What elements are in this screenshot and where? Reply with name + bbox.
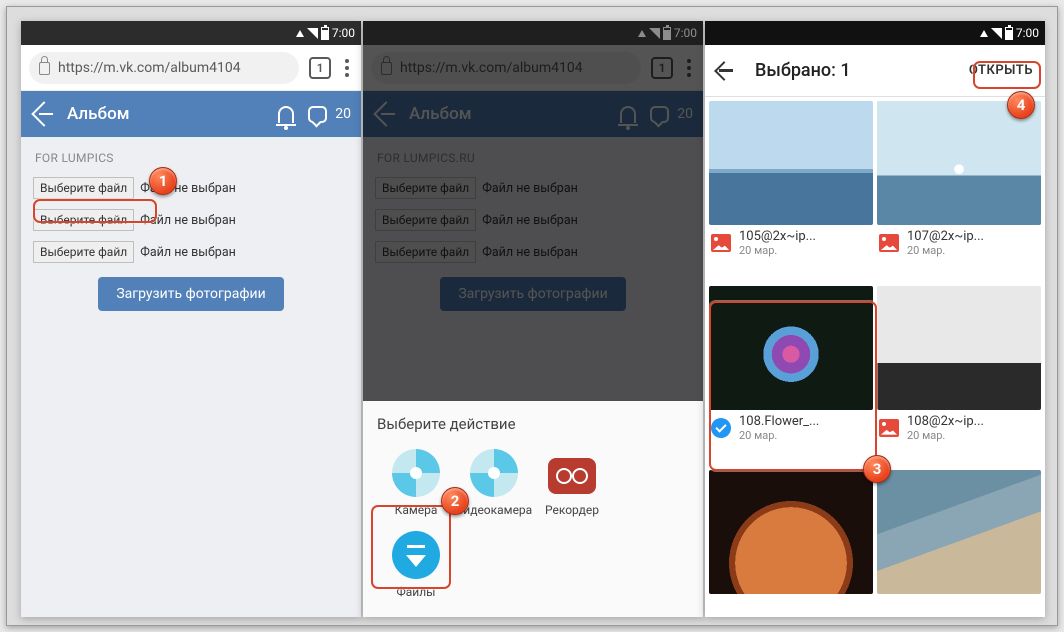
app-label: Рекордер [533,503,611,517]
open-button[interactable]: ОТКРЫТЬ [969,63,1033,78]
recorder-icon [548,449,596,497]
vk-title: Альбом [67,104,264,124]
thumbnail [877,101,1041,225]
thumbnail [709,286,873,410]
sheet-row-1: Камера Видеокамера Рекордер [377,449,689,517]
url-box[interactable]: https://m.vk.com/album4104 [29,52,299,84]
picker-header: Выбрано: 1 ОТКРЫТЬ [705,45,1045,97]
file-row-3: Выберите файл Файл не выбран [33,241,349,263]
videocamera-icon [470,449,518,497]
vk-header: Альбом 20 [21,91,361,137]
back-icon[interactable] [31,105,53,123]
status-time: 7:00 [1016,26,1039,40]
callout-number-4: 4 [1007,91,1035,119]
tile-date: 20 мар. [739,244,816,257]
status-time: 7:00 [332,26,355,40]
signal-icon [307,28,318,39]
action-sheet: Выберите действие Камера Видеокамера Рек… [363,401,703,617]
callout-number-1: 1 [149,167,177,195]
tile-name: 107@2x~ip... [907,229,984,244]
file-status-3: Файл не выбран [140,245,236,260]
callout-number-2: 2 [441,487,469,515]
upload-photos-button[interactable]: Загрузить фотографии [98,277,283,311]
battery-icon [1005,27,1013,40]
image-tile-2[interactable]: 107@2x~ip...20 мар. [877,101,1041,282]
messages-count: 20 [335,106,351,122]
thumbnail [877,470,1041,594]
app-recorder[interactable]: Рекордер [533,449,611,517]
back-icon[interactable] [717,64,739,78]
thumbnail [709,470,873,594]
download-icon [392,531,440,579]
network-icon [296,30,304,37]
tile-date: 20 мар. [739,429,819,442]
choose-file-button-1[interactable]: Выберите файл [33,177,134,199]
phone-screen-3: 7:00 Выбрано: 1 ОТКРЫТЬ 105@2x~ip...20 м… [705,21,1045,617]
app-files[interactable]: Файлы [377,531,455,599]
phone-screen-1: 7:00 https://m.vk.com/album4104 1 Альбом… [21,21,361,617]
file-row-2: Выберите файл Файл не выбран [33,209,349,231]
section-label: FOR LUMPICS [35,151,347,165]
image-tile-3-selected[interactable]: 108.Flower_...20 мар. [709,286,873,467]
page-content: FOR LUMPICS Выберите файл Файл не выбран… [21,137,361,617]
choose-file-button-3[interactable]: Выберите файл [33,241,134,263]
image-grid: 105@2x~ip...20 мар. 107@2x~ip...20 мар. … [705,97,1045,617]
choose-file-button-2[interactable]: Выберите файл [33,209,134,231]
image-icon [879,234,899,252]
thumbnail [709,101,873,225]
picker-title: Выбрано: 1 [755,60,953,81]
tile-name: 108@2x~ip... [907,414,984,429]
tile-name: 105@2x~ip... [739,229,816,244]
checkmark-icon [711,418,731,438]
network-icon [980,30,988,37]
image-icon [879,419,899,437]
camera-icon [392,449,440,497]
bell-icon[interactable] [278,106,294,123]
image-tile-1[interactable]: 105@2x~ip...20 мар. [709,101,873,282]
file-status-2: Файл не выбран [140,213,236,228]
messages-icon[interactable] [308,106,327,123]
url-text: https://m.vk.com/album4104 [58,60,241,76]
app-label: Файлы [377,585,455,599]
thumbnail [877,286,1041,410]
status-bar: 7:00 [705,21,1045,45]
tile-name: 108.Flower_... [739,414,819,429]
tab-count[interactable]: 1 [309,57,331,79]
image-tile-4[interactable]: 108@2x~ip...20 мар. [877,286,1041,467]
stage: 7:00 https://m.vk.com/album4104 1 Альбом… [6,6,1058,626]
battery-icon [321,27,329,40]
tile-date: 20 мар. [907,429,984,442]
sheet-row-2: Файлы [377,531,689,599]
sheet-title: Выберите действие [377,415,689,433]
signal-icon [991,28,1002,39]
lock-icon [39,62,50,75]
file-row-1: Выберите файл Файл не выбран [33,177,349,199]
image-icon [711,234,731,252]
menu-icon[interactable] [341,59,353,77]
callout-number-3: 3 [863,455,891,483]
phone-screen-2: 7:00 https://m.vk.com/album4104 1 Альбом… [363,21,703,617]
tile-date: 20 мар. [907,244,984,257]
browser-url-bar: https://m.vk.com/album4104 1 [21,45,361,91]
status-bar: 7:00 [21,21,361,45]
image-tile-6[interactable] [877,470,1041,613]
image-tile-5[interactable] [709,470,873,613]
